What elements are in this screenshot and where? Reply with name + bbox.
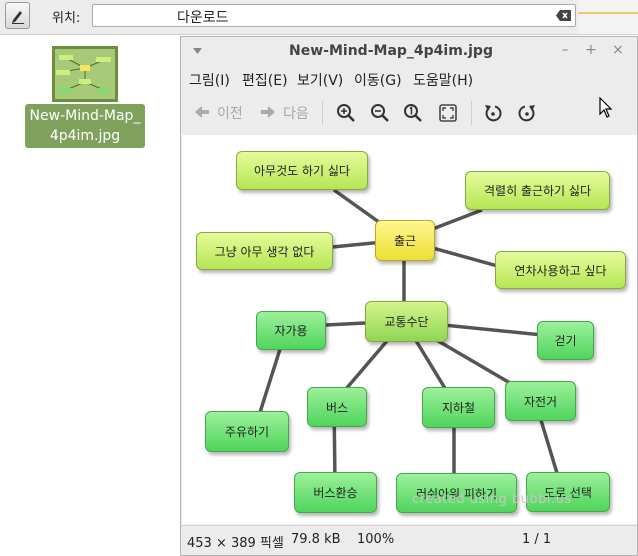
previous-label: 이전 [217,106,243,122]
arrow-right-icon [261,106,275,118]
zoom-in-icon[interactable] [335,102,357,124]
clear-icon[interactable] [556,10,571,21]
rotate-right-icon[interactable] [516,102,538,124]
pencil-icon [12,11,24,24]
edit-location-button[interactable] [5,2,30,29]
next-button[interactable]: 다음 [259,95,319,131]
image-dimensions: 453 × 389 픽셀 [187,536,284,551]
menu-edit[interactable]: 편집(E) [242,70,288,90]
menu-go[interactable]: 이동(G) [354,70,402,90]
zoom-level: 100% [357,532,395,547]
window-title: New-Mind-Map_4p4im.jpg [289,43,493,59]
close-icon[interactable]: × [609,42,627,58]
image-viewer-window: New-Mind-Map_4p4im.jpg – + × 그림(I) 편집(E)… [180,36,638,556]
file-name-label[interactable]: New-Mind-Map_ 4p4im.jpg [25,104,145,148]
node-bike: 자전거 [505,381,576,421]
arrow-left-icon [195,106,209,118]
location-input[interactable]: 다운로드 [92,4,576,27]
node-bus: 버스 [307,387,367,427]
zoom-out-icon[interactable] [369,102,391,124]
rotate-left-icon[interactable] [482,102,504,124]
background-window-strip [578,0,638,34]
maximize-icon[interactable]: + [582,42,600,58]
previous-button[interactable]: 이전 [193,95,253,131]
toolbar-separator-2 [471,101,472,125]
node-transport: 교통수단 [365,301,448,342]
menu-help[interactable]: 도움말(H) [413,70,473,90]
menu-image[interactable]: 그림(I) [189,70,230,90]
next-label: 다음 [283,106,309,122]
status-bar: 453 × 389 픽셀 79.8 kB 100% 1 / 1 [181,525,637,556]
image-display-area[interactable]: 아무것도 하기 싫다 격렬히 출근하기 싫다 그냥 아무 생각 없다 출근 연차… [182,135,637,524]
node-nothing: 아무것도 하기 싫다 [236,151,368,190]
node-leave: 연차사용하고 싶다 [495,251,626,289]
page-counter: 1 / 1 [522,532,552,547]
zoom-normal-icon[interactable] [402,102,424,124]
node-nothink: 그냥 아무 생각 없다 [196,232,333,270]
node-strong: 격렬히 출근하기 싫다 [465,171,610,210]
mouse-pointer-icon [599,97,613,118]
file-size: 79.8 kB [291,532,341,547]
location-label: 위치: [52,11,81,26]
node-center: 출근 [375,220,435,261]
node-transfer: 버스환승 [294,472,377,513]
node-walk: 걷기 [537,321,594,360]
watermark-text: created using bubbl.us [412,492,572,507]
node-car: 자가용 [256,311,326,350]
file-thumbnail[interactable] [52,46,118,102]
node-oil: 주유하기 [205,411,289,452]
location-bar: 위치: 다운로드 [0,0,638,35]
file-name-text: New-Mind-Map_ 4p4im.jpg [29,108,141,144]
zoom-fit-icon[interactable] [437,102,459,124]
menu-bar: 그림(I) 편집(E) 보기(V) 이동(G) 도움말(H) [181,67,637,91]
minimize-icon[interactable]: – [556,42,574,58]
location-value: 다운로드 [177,10,229,26]
node-subway: 지하철 [422,387,495,428]
toolbar-separator [322,101,323,125]
toolbar: 이전 다음 [181,95,637,131]
title-bar: New-Mind-Map_4p4im.jpg – + × [181,37,637,67]
menu-view[interactable]: 보기(V) [297,70,343,90]
